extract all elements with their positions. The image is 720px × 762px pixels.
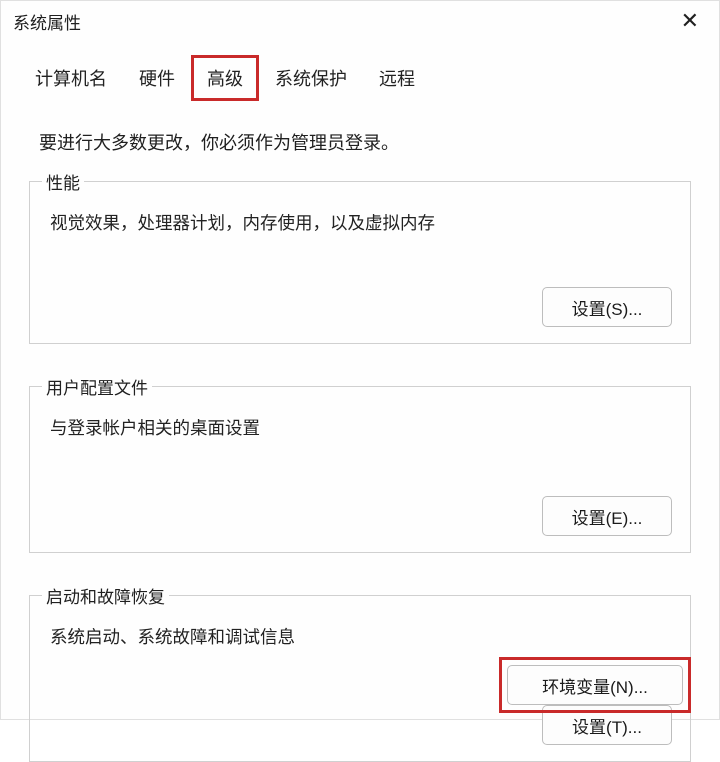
env-vars-highlight: 环境变量(N)... [499, 657, 691, 713]
tab-hardware[interactable]: 硬件 [123, 55, 191, 101]
performance-button-row: 设置(S)... [48, 241, 672, 327]
system-properties-window: 系统属性 ✕ 计算机名 硬件 高级 系统保护 远程 要进行大多数更改，你必须作为… [0, 0, 720, 720]
user-profile-settings-button[interactable]: 设置(E)... [542, 496, 672, 536]
tab-computer-name[interactable]: 计算机名 [19, 55, 123, 101]
performance-group: 性能 视觉效果，处理器计划，内存使用，以及虚拟内存 设置(S)... [29, 169, 691, 344]
user-profile-desc: 与登录帐户相关的桌面设置 [48, 399, 672, 446]
tab-system-protection[interactable]: 系统保护 [259, 55, 363, 101]
tab-remote[interactable]: 远程 [363, 55, 431, 101]
admin-note: 要进行大多数更改，你必须作为管理员登录。 [25, 109, 695, 169]
titlebar: 系统属性 ✕ [1, 1, 719, 39]
window-title: 系统属性 [13, 9, 81, 34]
user-profile-group: 用户配置文件 与登录帐户相关的桌面设置 设置(E)... [29, 374, 691, 553]
tab-strip: 计算机名 硬件 高级 系统保护 远程 [1, 39, 719, 101]
performance-legend: 性能 [42, 169, 84, 194]
tab-advanced[interactable]: 高级 [191, 55, 259, 101]
user-profile-button-row: 设置(E)... [48, 446, 672, 536]
performance-settings-button[interactable]: 设置(S)... [542, 287, 672, 327]
user-profile-legend: 用户配置文件 [42, 374, 152, 399]
close-icon[interactable]: ✕ [673, 6, 707, 36]
environment-variables-button[interactable]: 环境变量(N)... [507, 665, 683, 705]
startup-legend: 启动和故障恢复 [42, 583, 169, 608]
performance-desc: 视觉效果，处理器计划，内存使用，以及虚拟内存 [48, 194, 672, 241]
startup-desc: 系统启动、系统故障和调试信息 [48, 608, 672, 655]
bottom-button-row: 环境变量(N)... [499, 657, 691, 713]
